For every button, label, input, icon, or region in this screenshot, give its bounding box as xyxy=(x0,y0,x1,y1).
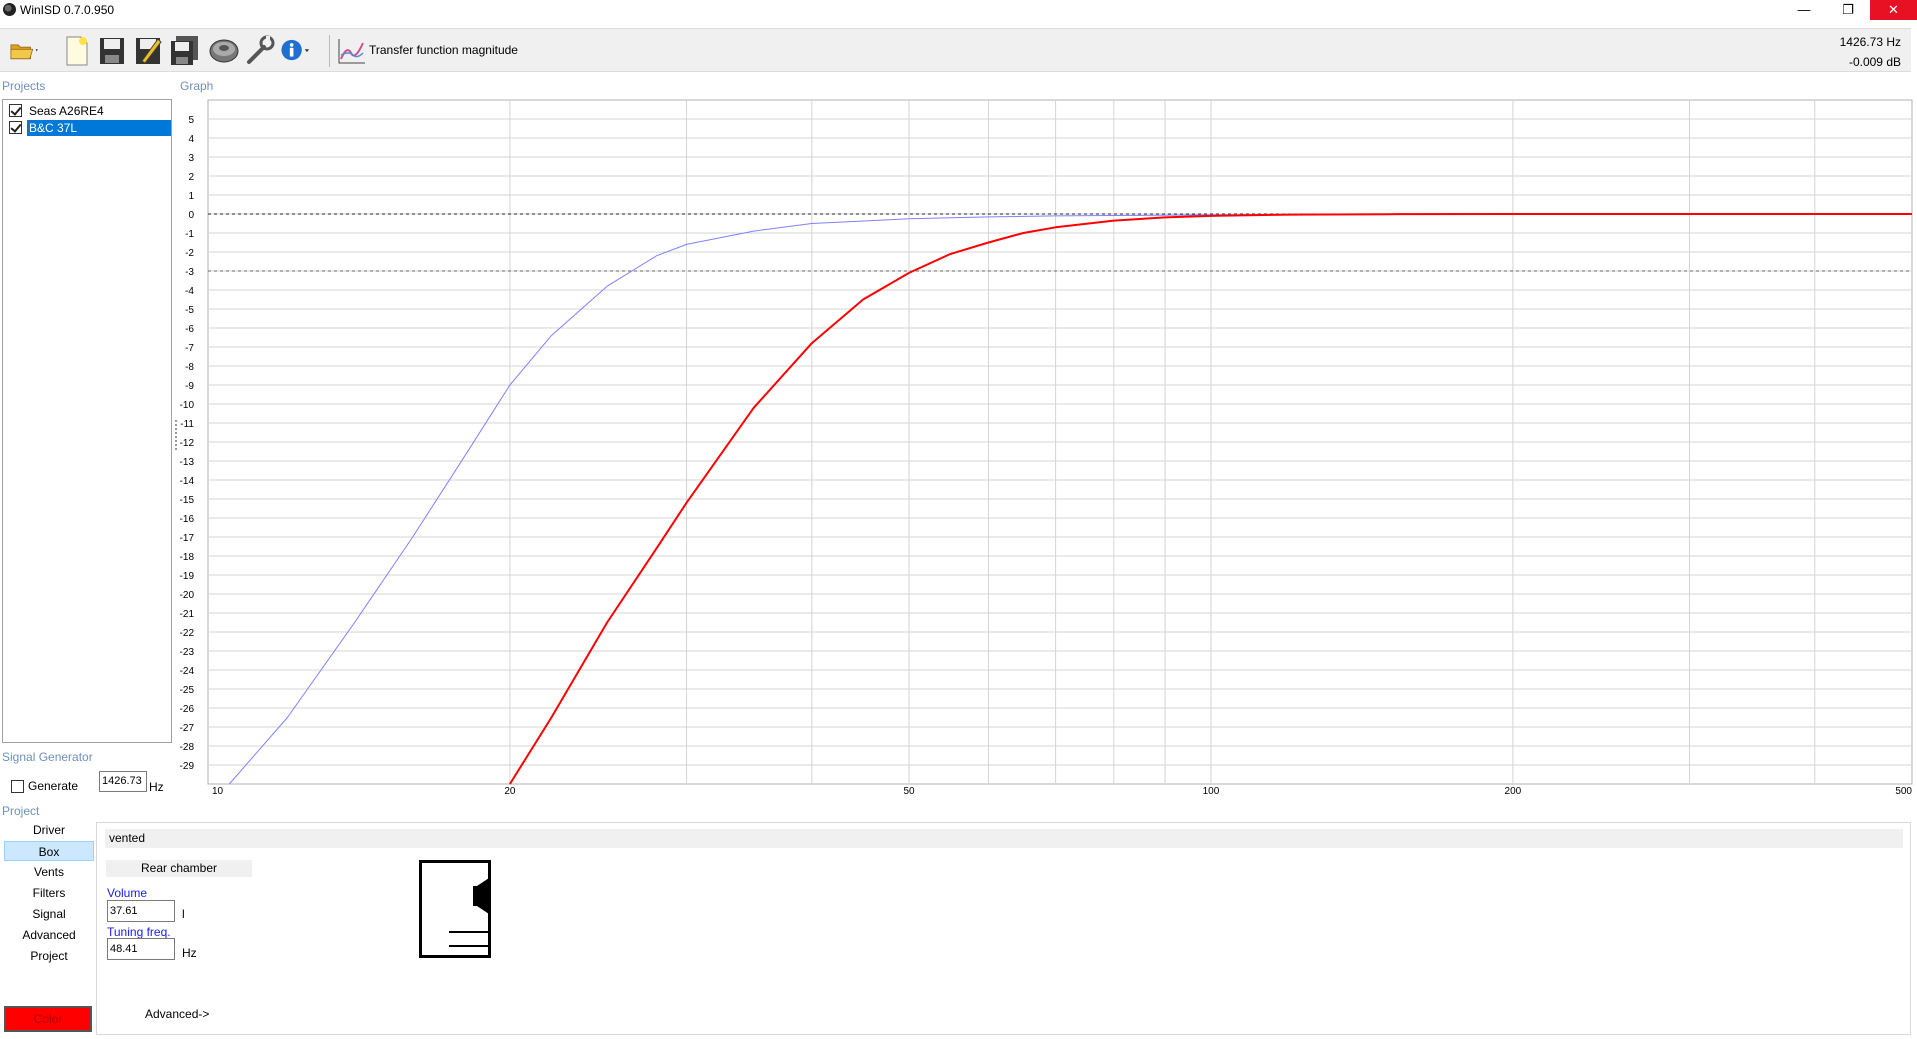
project-checkbox[interactable] xyxy=(9,121,22,134)
y-tick-label: -16 xyxy=(180,514,194,525)
y-tick-label: -27 xyxy=(180,723,194,734)
generate-label: Generate xyxy=(28,779,79,793)
splitter-handle[interactable] xyxy=(175,420,177,450)
x-tick-label: 20 xyxy=(504,786,516,796)
signal-generator-header: Signal Generator xyxy=(2,750,93,764)
y-tick-label: -28 xyxy=(180,742,194,753)
nav-item-project[interactable]: Project xyxy=(4,946,94,966)
advanced-link[interactable]: Advanced-> xyxy=(145,1007,209,1021)
y-tick-label: -23 xyxy=(180,647,194,658)
cursor-level-readout: -0.009 dB xyxy=(1848,55,1901,69)
y-tick-label: -7 xyxy=(185,343,194,354)
save-icon[interactable] xyxy=(96,33,128,67)
graph-header: Graph xyxy=(180,79,214,93)
y-tick-label: -10 xyxy=(180,400,194,411)
projects-list: Seas A26RE4 B&C 37L xyxy=(2,99,172,743)
y-tick-label: 0 xyxy=(188,210,194,221)
graph-type-icon[interactable] xyxy=(335,33,367,67)
y-tick-label: -11 xyxy=(180,419,194,430)
y-tick-label: -15 xyxy=(180,495,194,506)
project-name[interactable]: B&C 37L xyxy=(27,120,171,136)
nav-item-advanced[interactable]: Advanced xyxy=(4,925,94,945)
project-item-seas-a26re4[interactable]: Seas A26RE4 xyxy=(7,103,169,119)
y-tick-label: -3 xyxy=(185,267,194,278)
new-project-icon[interactable] xyxy=(60,33,92,67)
graph-type-label[interactable]: Transfer function magnitude xyxy=(369,43,518,57)
x-tick-label: 500 xyxy=(1895,786,1912,796)
y-tick-label: -17 xyxy=(180,533,194,544)
y-tick-label: 1 xyxy=(188,191,194,202)
y-tick-label: -9 xyxy=(185,381,194,392)
y-tick-label: -19 xyxy=(180,571,194,582)
y-tick-label: -1 xyxy=(185,229,194,240)
y-tick-label: -25 xyxy=(180,685,194,696)
projects-header: Projects xyxy=(2,79,46,93)
nav-item-vents[interactable]: Vents xyxy=(4,862,94,882)
close-button[interactable]: ✕ xyxy=(1870,0,1917,20)
volume-unit: l xyxy=(182,907,185,921)
y-tick-label: 5 xyxy=(188,115,194,126)
tools-icon[interactable] xyxy=(244,33,276,67)
y-tick-label: -24 xyxy=(180,666,194,677)
save-all-icon[interactable] xyxy=(168,33,200,67)
x-tick-label: 100 xyxy=(1203,786,1220,796)
cursor-frequency-readout: 1426.73 Hz xyxy=(1839,35,1901,49)
y-tick-label: -6 xyxy=(185,324,194,335)
generator-frequency-input[interactable]: 1426.73 xyxy=(99,771,147,792)
color-button[interactable]: Color xyxy=(4,1006,92,1032)
y-tick-label: 4 xyxy=(188,134,194,145)
y-tick-label: -29 xyxy=(180,761,194,772)
y-tick-label: 3 xyxy=(188,153,194,164)
y-tick-label: -4 xyxy=(185,286,194,297)
tab-rear-chamber[interactable]: Rear chamber xyxy=(106,860,252,877)
graph-area[interactable]: 5 4 3 2 1 0 -1 -2 -3 -4 -5 -6 -7 -8 -9 -10 -11 -12 -13 -14-… xyxy=(180,96,1917,796)
y-tick-label: -13 xyxy=(180,457,194,468)
x-tick-label: 50 xyxy=(903,786,915,796)
toolbar: Transfer function magnitude 1426.73 Hz -… xyxy=(0,28,1911,72)
y-tick-label: -5 xyxy=(185,305,194,316)
maximize-button[interactable]: ❐ xyxy=(1826,0,1870,20)
open-folder-icon[interactable] xyxy=(8,33,52,67)
nav-item-filters[interactable]: Filters xyxy=(4,883,94,903)
app-icon xyxy=(3,3,16,16)
tuning-freq-label: Tuning freq. xyxy=(107,925,171,939)
y-tick-label: -20 xyxy=(180,590,194,601)
project-checkbox[interactable] xyxy=(9,104,22,117)
project-name[interactable]: Seas A26RE4 xyxy=(27,103,106,119)
y-tick-label: -14 xyxy=(180,476,194,487)
y-tick-label: -12 xyxy=(180,438,194,449)
box-panel: vented Rear chamber Volume 37.61 l Tunin… xyxy=(96,822,1911,1035)
generate-checkbox[interactable] xyxy=(11,780,24,793)
transfer-function-chart[interactable]: 543210-1-2-3-4-5-6-7-8-9-10-11-12-13-14-… xyxy=(180,96,1917,796)
nav-item-box[interactable]: Box xyxy=(4,841,94,861)
generator-frequency-unit: Hz xyxy=(149,780,164,794)
nav-item-driver[interactable]: Driver xyxy=(4,820,94,840)
y-tick-label: -22 xyxy=(180,628,194,639)
tuning-freq-input[interactable]: 48.41 xyxy=(107,938,175,960)
x-tick-label: 10 xyxy=(212,786,224,796)
title-bar: WinISD 0.7.0.950 — ❐ ✕ xyxy=(0,0,1917,20)
project-header: Project xyxy=(2,804,40,818)
vented-box-diagram xyxy=(419,860,491,958)
x-tick-label: 200 xyxy=(1505,786,1522,796)
y-tick-label: -8 xyxy=(185,362,194,373)
tuning-freq-unit: Hz xyxy=(182,946,197,960)
window-title: WinISD 0.7.0.950 xyxy=(20,3,115,17)
driver-icon[interactable] xyxy=(208,33,240,67)
info-icon[interactable] xyxy=(280,33,324,67)
toolbar-separator xyxy=(329,35,330,67)
y-tick-label: -18 xyxy=(180,552,194,563)
box-type-select[interactable]: vented xyxy=(105,829,1903,848)
y-tick-label: -21 xyxy=(180,609,194,620)
y-tick-label: 2 xyxy=(188,172,194,183)
nav-item-signal[interactable]: Signal xyxy=(4,904,94,924)
volume-label: Volume xyxy=(107,886,148,900)
minimize-button[interactable]: — xyxy=(1782,0,1826,20)
y-tick-label: -26 xyxy=(180,704,194,715)
save-as-icon[interactable] xyxy=(132,33,164,67)
project-item-bc-37l[interactable]: B&C 37L xyxy=(7,120,171,136)
y-tick-label: -2 xyxy=(185,248,194,259)
volume-input[interactable]: 37.61 xyxy=(107,900,175,922)
